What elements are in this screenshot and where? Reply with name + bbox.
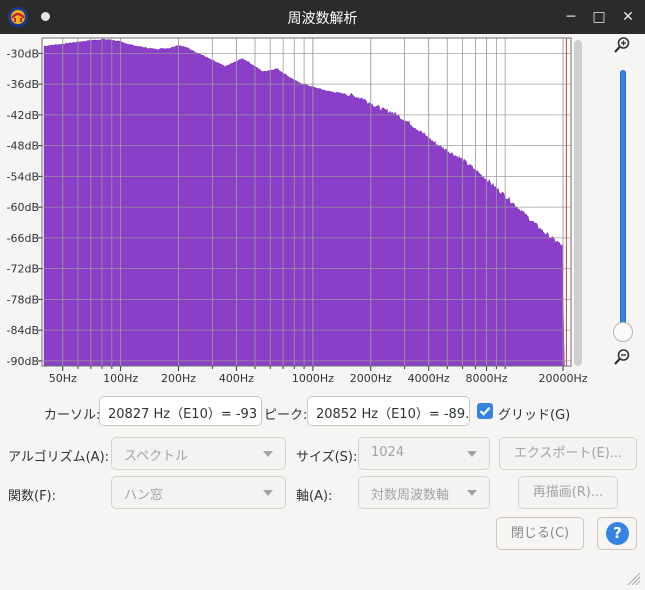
y-tick-label: -42dB <box>7 109 40 122</box>
y-tick-label: -84dB <box>7 324 40 337</box>
frequency-analysis-window: 周波数解析 ─ □ ✕ -30dB -36dB -42dB -48dB -54dB -60… <box>0 0 645 590</box>
zoom-slider-track[interactable] <box>620 70 626 332</box>
zoom-slider-handle[interactable] <box>613 322 633 342</box>
y-tick-label: -78dB <box>7 293 40 306</box>
x-tick-label: 4000Hz <box>408 372 450 385</box>
axis-label: 軸(A): <box>296 489 333 504</box>
cursor-value-field[interactable]: 20827 Hz（E10）= -93 dB <box>99 396 262 426</box>
x-tick-label: 2000Hz <box>350 372 392 385</box>
function-select[interactable]: ハン窓 <box>111 476 286 509</box>
algorithm-select[interactable]: スペクトル <box>111 437 286 470</box>
y-tick-label: -72dB <box>7 263 40 276</box>
export-button[interactable]: エクスポート(E)... <box>499 437 637 470</box>
close-button[interactable]: 閉じる(C) <box>496 517 584 550</box>
grid-checkbox[interactable] <box>477 403 493 419</box>
spectrum-plot[interactable]: -30dB -36dB -42dB -48dB -54dB -60dB -66dB -72dB… <box>0 34 645 394</box>
x-tick-label: 400Hz <box>219 372 254 385</box>
y-tick-label: -90dB <box>7 355 40 368</box>
x-tick-label: 200Hz <box>161 372 196 385</box>
maximize-button[interactable]: □ <box>588 6 610 28</box>
function-label: 関数(F): <box>8 489 57 504</box>
y-tick-label: -48dB <box>7 140 40 153</box>
resize-grip-icon[interactable] <box>625 570 641 586</box>
algorithm-label: アルゴリズム(A): <box>8 450 110 465</box>
minimize-button[interactable]: ─ <box>560 6 582 28</box>
peak-label: ピーク: <box>264 408 308 423</box>
function-select-value: ハン窓 <box>124 488 164 503</box>
axis-select[interactable]: 対数周波数軸 <box>358 476 490 509</box>
y-tick-label: -66dB <box>7 232 40 245</box>
chevron-down-icon <box>467 451 477 457</box>
replot-button[interactable]: 再描画(R)... <box>518 476 618 509</box>
cursor-label: カーソル: <box>44 408 101 423</box>
y-tick-label: -36dB <box>7 78 40 91</box>
x-tick-label: 8000Hz <box>466 372 508 385</box>
size-select-value: 1024 <box>371 445 405 460</box>
grid-checkbox-label[interactable]: グリッド(G) <box>498 404 570 423</box>
x-tick-label: 100Hz <box>103 372 138 385</box>
chevron-down-icon <box>467 490 477 496</box>
x-tick-label: 20000Hz <box>539 372 588 385</box>
axis-select-value: 対数周波数軸 <box>371 488 450 503</box>
zoom-in-icon[interactable] <box>613 36 631 54</box>
plot-scrollbar[interactable] <box>574 40 582 366</box>
size-select[interactable]: 1024 <box>358 437 490 470</box>
algorithm-select-value: スペクトル <box>124 449 189 464</box>
y-tick-label: -60dB <box>7 201 40 214</box>
help-icon: ? <box>606 522 629 545</box>
checkmark-icon <box>479 407 491 416</box>
y-tick-label: -54dB <box>7 170 40 183</box>
x-tick-label: 1000Hz <box>292 372 334 385</box>
x-tick-label: 50Hz <box>49 372 77 385</box>
zoom-out-icon[interactable] <box>613 348 631 366</box>
title-bar[interactable]: 周波数解析 ─ □ ✕ <box>0 0 645 34</box>
close-window-button[interactable]: ✕ <box>617 6 639 28</box>
size-label: サイズ(S): <box>296 450 358 465</box>
y-tick-label: -30dB <box>7 47 40 60</box>
chevron-down-icon <box>263 490 273 496</box>
help-button[interactable]: ? <box>597 517 637 550</box>
peak-value-field[interactable]: 20852 Hz（E10）= -89.0 dB <box>307 396 470 426</box>
window-title: 周波数解析 <box>287 11 358 27</box>
chevron-down-icon <box>263 451 273 457</box>
